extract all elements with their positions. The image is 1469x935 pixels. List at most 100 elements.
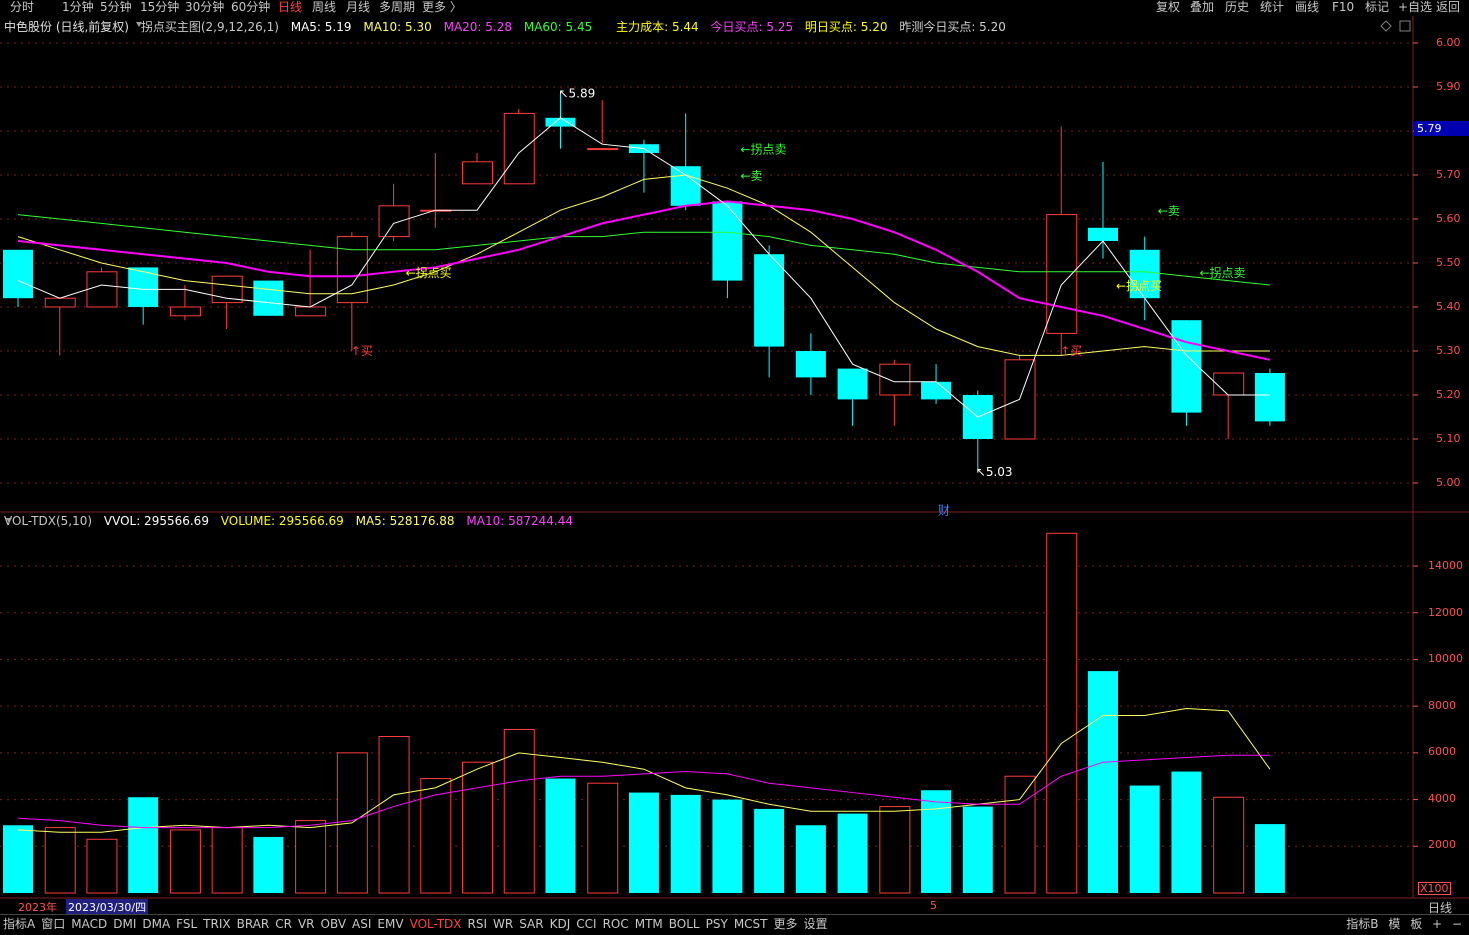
indicator-tab-0[interactable]: 指标A	[0, 915, 38, 934]
volume-bar-down	[795, 825, 826, 893]
candle-down	[795, 351, 826, 378]
volume-bar-up	[420, 778, 452, 894]
month-mark: 5	[930, 899, 937, 912]
volume-tick: 2000	[1428, 838, 1456, 851]
indicator-tab-17[interactable]: KDJ	[547, 915, 574, 934]
volume-bar-up	[44, 827, 76, 894]
price-tick: 5.90	[1436, 80, 1461, 93]
indicator-tab-3[interactable]: DMI	[110, 915, 139, 934]
turn-sell-signal-1: ←拐点卖	[740, 142, 786, 157]
sell-signal-1: ←卖	[740, 169, 762, 183]
kline-chart[interactable]: ↖5.89 ↖5.03 ↑买 ↑买 ←拐点买 ←拐点买 ←拐点卖 ←拐点卖 ←卖 ←卖财	[0, 0, 1469, 934]
candle-down	[754, 254, 785, 347]
candle-up	[295, 306, 327, 317]
indicator-tab-16[interactable]: SAR	[516, 915, 546, 934]
indicator-tab-5[interactable]: FSL	[173, 915, 200, 934]
volume-tick: 10000	[1428, 652, 1463, 665]
volume-bar-down	[1129, 785, 1160, 893]
volume-bar-down	[628, 792, 659, 893]
candle-down	[253, 280, 284, 316]
indicator-tab-11[interactable]: ASI	[349, 915, 374, 934]
year-label: 2023年	[18, 901, 57, 914]
volume-bar-down	[3, 825, 33, 893]
volume-bar-up	[879, 806, 911, 894]
ma10-line	[17, 174, 1270, 356]
candle-up	[587, 148, 619, 151]
buy-signal-2: ↑买	[1060, 344, 1082, 358]
volume-bar-down	[128, 797, 159, 893]
add-window-button[interactable]: +	[1429, 915, 1445, 934]
vol-dropdown-icon	[6, 518, 12, 523]
volume-tick: 14000	[1428, 559, 1463, 572]
indicator-tab-7[interactable]: BRAR	[234, 915, 273, 934]
remove-window-button[interactable]: −	[1449, 915, 1465, 934]
volume-bar-down	[962, 806, 993, 893]
buy-signal-1: ↑买	[351, 344, 373, 358]
indicator-tab-23[interactable]: MCST	[731, 915, 771, 934]
indicator-tab-25[interactable]: 设置	[801, 915, 831, 934]
volume-bar-down	[1087, 671, 1118, 893]
indicator-tab-8[interactable]: CR	[272, 915, 295, 934]
volume-bar-down	[837, 813, 868, 893]
candle-down	[1171, 320, 1202, 413]
indicator-tabs: 指标A 窗口 MACD DMI DMA FSL TRIX BRAR CR VR OBV ASI EMV V…	[0, 914, 1469, 935]
current-price-tag: 5.79	[1414, 121, 1469, 136]
low-label: ↖5.03	[976, 465, 1013, 479]
indicator-tab-19[interactable]: ROC	[600, 915, 632, 934]
indicator-b-tab[interactable]: 指标B	[1343, 915, 1381, 934]
indicator-tab-6[interactable]: TRIX	[200, 915, 233, 934]
indicator-tab-24[interactable]: 更多	[771, 915, 801, 934]
volume-bar-down	[712, 799, 743, 893]
candle-down	[1087, 227, 1118, 241]
indicator-tab-22[interactable]: PSY	[703, 915, 731, 934]
indicator-tab-14[interactable]: RSI	[465, 915, 491, 934]
volume-bar-down	[670, 794, 701, 893]
candle-down	[837, 368, 868, 400]
indicator-tab-21[interactable]: BOLL	[666, 915, 703, 934]
indicator-tab-15[interactable]: WR	[490, 915, 516, 934]
candle-down	[712, 201, 743, 281]
tabs-right: 指标B 模 板 + −	[1343, 915, 1465, 934]
indicator-tab-2[interactable]: MACD	[68, 915, 110, 934]
candle-up	[503, 112, 535, 185]
volume-tick: 12000	[1428, 605, 1463, 619]
volume-tick: 4000	[1428, 791, 1456, 805]
indicator-tab-13[interactable]: VOL-TDX	[407, 915, 465, 934]
indicator-tab-10[interactable]: OBV	[318, 915, 350, 934]
cursor-date: 2023/03/30/四	[66, 899, 149, 915]
price-tick: 5.70	[1436, 168, 1461, 181]
ma60-line	[17, 214, 1270, 286]
indicator-tab-4[interactable]: DMA	[139, 915, 173, 934]
indicator-tab-1[interactable]: 窗口	[38, 915, 68, 934]
turn-buy-signal-1: ←拐点买	[406, 265, 452, 280]
volume-bar-up	[1004, 775, 1036, 894]
template-tab[interactable]: 模	[1385, 915, 1403, 934]
diamond-icon	[1380, 20, 1392, 32]
candle-up	[1213, 372, 1245, 396]
candle-down	[1254, 373, 1285, 422]
ma20-line	[17, 200, 1271, 361]
indicator-tab-18[interactable]: CCI	[573, 915, 599, 934]
volume-bar-down	[253, 836, 284, 893]
volume-bar-up	[462, 761, 494, 894]
volume-tick: 6000	[1428, 745, 1456, 758]
volume-bar-down	[754, 808, 785, 893]
turn-sell-signal-2: ←拐点卖	[1199, 265, 1245, 280]
volume-bar-down	[545, 778, 576, 893]
price-tick: 5.30	[1436, 344, 1461, 357]
price-tick: 5.00	[1436, 476, 1461, 489]
window-toggle-icon	[1399, 20, 1411, 32]
indicator-tab-20[interactable]: MTM	[632, 915, 666, 934]
volume-bar-up	[295, 820, 327, 894]
price-tick: 5.10	[1436, 432, 1461, 445]
price-tick: 5.20	[1436, 388, 1461, 401]
indicator-tab-12[interactable]: EMV	[374, 915, 406, 934]
indicator-tab-9[interactable]: VR	[295, 915, 318, 934]
volume-bar-down	[1254, 824, 1285, 893]
candle-down	[3, 249, 33, 299]
candle-up	[86, 271, 118, 308]
board-tab[interactable]: 板	[1407, 915, 1425, 934]
candle-down	[545, 117, 576, 127]
volume-bar-up	[169, 829, 201, 894]
price-tick: 6.00	[1436, 36, 1461, 49]
